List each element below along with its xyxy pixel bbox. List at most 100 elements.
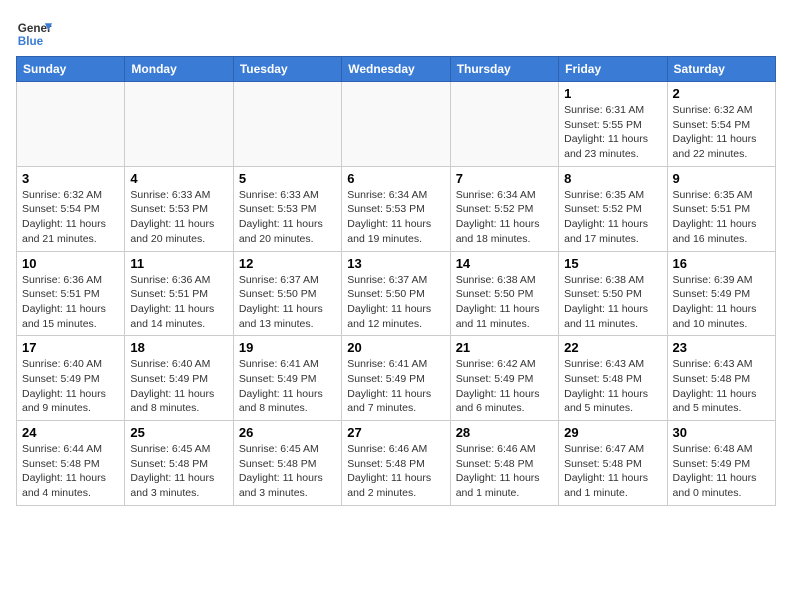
calendar-cell: 29 Sunrise: 6:47 AM Sunset: 5:48 PM Dayli… (559, 421, 667, 506)
calendar-cell: 20 Sunrise: 6:41 AM Sunset: 5:49 PM Dayli… (342, 336, 450, 421)
logo-icon: General Blue (16, 16, 52, 52)
week-row-2: 3 Sunrise: 6:32 AM Sunset: 5:54 PM Daylig… (17, 166, 776, 251)
day-info: Sunrise: 6:41 AM Sunset: 5:49 PM Dayligh… (347, 357, 444, 416)
day-number: 17 (22, 340, 119, 355)
calendar-cell: 28 Sunrise: 6:46 AM Sunset: 5:48 PM Dayli… (450, 421, 558, 506)
day-info: Sunrise: 6:35 AM Sunset: 5:51 PM Dayligh… (673, 188, 770, 247)
day-number: 1 (564, 86, 661, 101)
calendar-cell: 11 Sunrise: 6:36 AM Sunset: 5:51 PM Dayli… (125, 251, 233, 336)
day-number: 21 (456, 340, 553, 355)
col-header-wednesday: Wednesday (342, 57, 450, 82)
calendar-cell: 3 Sunrise: 6:32 AM Sunset: 5:54 PM Daylig… (17, 166, 125, 251)
day-number: 4 (130, 171, 227, 186)
calendar-cell: 22 Sunrise: 6:43 AM Sunset: 5:48 PM Dayli… (559, 336, 667, 421)
calendar-cell (342, 82, 450, 167)
day-info: Sunrise: 6:32 AM Sunset: 5:54 PM Dayligh… (22, 188, 119, 247)
day-number: 3 (22, 171, 119, 186)
day-number: 14 (456, 256, 553, 271)
day-number: 24 (22, 425, 119, 440)
day-number: 20 (347, 340, 444, 355)
calendar-cell: 21 Sunrise: 6:42 AM Sunset: 5:49 PM Dayli… (450, 336, 558, 421)
day-info: Sunrise: 6:37 AM Sunset: 5:50 PM Dayligh… (347, 273, 444, 332)
calendar-cell: 9 Sunrise: 6:35 AM Sunset: 5:51 PM Daylig… (667, 166, 775, 251)
day-info: Sunrise: 6:47 AM Sunset: 5:48 PM Dayligh… (564, 442, 661, 501)
day-info: Sunrise: 6:39 AM Sunset: 5:49 PM Dayligh… (673, 273, 770, 332)
day-number: 5 (239, 171, 336, 186)
day-info: Sunrise: 6:43 AM Sunset: 5:48 PM Dayligh… (564, 357, 661, 416)
day-number: 11 (130, 256, 227, 271)
day-info: Sunrise: 6:37 AM Sunset: 5:50 PM Dayligh… (239, 273, 336, 332)
week-row-1: 1 Sunrise: 6:31 AM Sunset: 5:55 PM Daylig… (17, 82, 776, 167)
day-info: Sunrise: 6:46 AM Sunset: 5:48 PM Dayligh… (456, 442, 553, 501)
svg-text:Blue: Blue (18, 35, 44, 48)
day-number: 9 (673, 171, 770, 186)
calendar-cell: 16Sunrise: 6:39 AM Sunset: 5:49 PM Dayli… (667, 251, 775, 336)
day-info: Sunrise: 6:36 AM Sunset: 5:51 PM Dayligh… (130, 273, 227, 332)
calendar-cell: 19 Sunrise: 6:41 AM Sunset: 5:49 PM Dayli… (233, 336, 341, 421)
calendar-cell: 6Sunrise: 6:34 AM Sunset: 5:53 PM Daylig… (342, 166, 450, 251)
day-info: Sunrise: 6:42 AM Sunset: 5:49 PM Dayligh… (456, 357, 553, 416)
day-info: Sunrise: 6:34 AM Sunset: 5:52 PM Dayligh… (456, 188, 553, 247)
calendar-cell: 10 Sunrise: 6:36 AM Sunset: 5:51 PM Dayli… (17, 251, 125, 336)
calendar-cell (125, 82, 233, 167)
calendar-cell: 7Sunrise: 6:34 AM Sunset: 5:52 PM Daylig… (450, 166, 558, 251)
day-number: 25 (130, 425, 227, 440)
calendar-cell: 8Sunrise: 6:35 AM Sunset: 5:52 PM Daylig… (559, 166, 667, 251)
col-header-sunday: Sunday (17, 57, 125, 82)
col-header-saturday: Saturday (667, 57, 775, 82)
logo: General Blue (16, 16, 52, 52)
day-info: Sunrise: 6:38 AM Sunset: 5:50 PM Dayligh… (456, 273, 553, 332)
day-info: Sunrise: 6:40 AM Sunset: 5:49 PM Dayligh… (22, 357, 119, 416)
day-info: Sunrise: 6:43 AM Sunset: 5:48 PM Dayligh… (673, 357, 770, 416)
day-number: 29 (564, 425, 661, 440)
day-number: 18 (130, 340, 227, 355)
day-number: 6 (347, 171, 444, 186)
col-header-thursday: Thursday (450, 57, 558, 82)
calendar-cell: 18 Sunrise: 6:40 AM Sunset: 5:49 PM Dayli… (125, 336, 233, 421)
calendar-cell: 26 Sunrise: 6:45 AM Sunset: 5:48 PM Dayli… (233, 421, 341, 506)
calendar-cell (233, 82, 341, 167)
day-number: 10 (22, 256, 119, 271)
calendar-cell: 25 Sunrise: 6:45 AM Sunset: 5:48 PM Dayli… (125, 421, 233, 506)
calendar-cell: 15 Sunrise: 6:38 AM Sunset: 5:50 PM Dayli… (559, 251, 667, 336)
day-info: Sunrise: 6:40 AM Sunset: 5:49 PM Dayligh… (130, 357, 227, 416)
day-info: Sunrise: 6:36 AM Sunset: 5:51 PM Dayligh… (22, 273, 119, 332)
col-header-friday: Friday (559, 57, 667, 82)
week-row-4: 17 Sunrise: 6:40 AM Sunset: 5:49 PM Dayli… (17, 336, 776, 421)
day-number: 30 (673, 425, 770, 440)
header: General Blue (16, 16, 776, 52)
day-number: 26 (239, 425, 336, 440)
calendar-header-row: SundayMondayTuesdayWednesdayThursdayFrid… (17, 57, 776, 82)
calendar-cell: 24 Sunrise: 6:44 AM Sunset: 5:48 PM Dayli… (17, 421, 125, 506)
day-info: Sunrise: 6:33 AM Sunset: 5:53 PM Dayligh… (130, 188, 227, 247)
day-number: 19 (239, 340, 336, 355)
day-info: Sunrise: 6:41 AM Sunset: 5:49 PM Dayligh… (239, 357, 336, 416)
calendar-cell: 30 Sunrise: 6:48 AM Sunset: 5:49 PM Dayli… (667, 421, 775, 506)
day-info: Sunrise: 6:44 AM Sunset: 5:48 PM Dayligh… (22, 442, 119, 501)
calendar-cell: 13 Sunrise: 6:37 AM Sunset: 5:50 PM Dayli… (342, 251, 450, 336)
day-info: Sunrise: 6:45 AM Sunset: 5:48 PM Dayligh… (130, 442, 227, 501)
day-number: 28 (456, 425, 553, 440)
day-number: 15 (564, 256, 661, 271)
calendar-cell: 5Sunrise: 6:33 AM Sunset: 5:53 PM Daylig… (233, 166, 341, 251)
calendar-cell: 4 Sunrise: 6:33 AM Sunset: 5:53 PM Daylig… (125, 166, 233, 251)
day-number: 13 (347, 256, 444, 271)
day-number: 27 (347, 425, 444, 440)
day-info: Sunrise: 6:31 AM Sunset: 5:55 PM Dayligh… (564, 103, 661, 162)
day-info: Sunrise: 6:46 AM Sunset: 5:48 PM Dayligh… (347, 442, 444, 501)
col-header-monday: Monday (125, 57, 233, 82)
calendar-cell: 17 Sunrise: 6:40 AM Sunset: 5:49 PM Dayli… (17, 336, 125, 421)
day-info: Sunrise: 6:32 AM Sunset: 5:54 PM Dayligh… (673, 103, 770, 162)
day-info: Sunrise: 6:45 AM Sunset: 5:48 PM Dayligh… (239, 442, 336, 501)
calendar-cell (450, 82, 558, 167)
week-row-5: 24 Sunrise: 6:44 AM Sunset: 5:48 PM Dayli… (17, 421, 776, 506)
calendar-table: SundayMondayTuesdayWednesdayThursdayFrid… (16, 56, 776, 506)
calendar-cell: 1 Sunrise: 6:31 AM Sunset: 5:55 PM Daylig… (559, 82, 667, 167)
day-number: 2 (673, 86, 770, 101)
day-number: 22 (564, 340, 661, 355)
day-info: Sunrise: 6:48 AM Sunset: 5:49 PM Dayligh… (673, 442, 770, 501)
day-info: Sunrise: 6:38 AM Sunset: 5:50 PM Dayligh… (564, 273, 661, 332)
col-header-tuesday: Tuesday (233, 57, 341, 82)
calendar-cell (17, 82, 125, 167)
week-row-3: 10 Sunrise: 6:36 AM Sunset: 5:51 PM Dayli… (17, 251, 776, 336)
